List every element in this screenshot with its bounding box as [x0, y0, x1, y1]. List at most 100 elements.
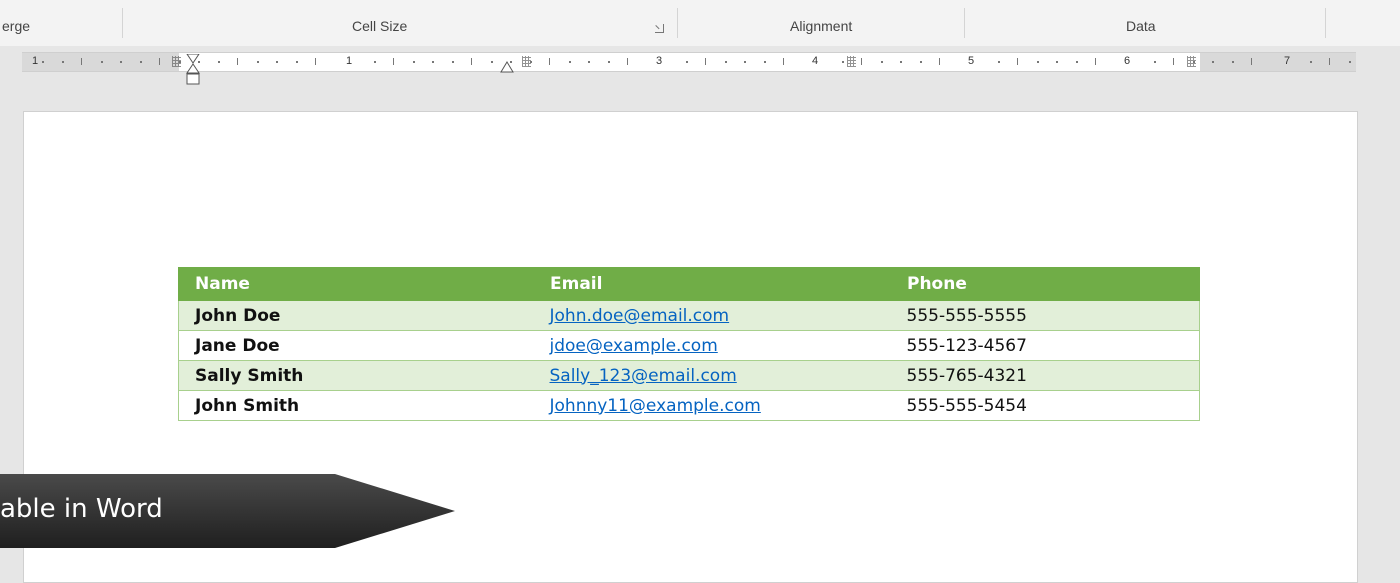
cell-phone[interactable]: 555-555-5555: [890, 300, 1200, 331]
callout-banner: able in Word: [0, 474, 455, 548]
ruler-tick: [705, 58, 706, 65]
cell-phone[interactable]: 555-765-4321: [890, 360, 1200, 391]
ruler-tick: [62, 61, 64, 63]
contacts-table[interactable]: Name Email Phone John Doe John.doe@email…: [178, 267, 1200, 421]
cell-email[interactable]: Johnny11@example.com: [533, 390, 891, 421]
ruler-tick: [276, 61, 278, 63]
ruler-tick: [686, 61, 688, 63]
ribbon-separator: [1325, 8, 1326, 38]
ruler-tick: [491, 61, 493, 63]
ruler-tick: [374, 61, 376, 63]
ruler-tick: [1037, 61, 1039, 63]
ruler-tick: [1212, 61, 1214, 63]
ruler-tick: [939, 58, 940, 65]
ruler-tick: [588, 61, 590, 63]
ruler-tick: [1076, 61, 1078, 63]
cell-phone[interactable]: 555-555-5454: [890, 390, 1200, 421]
contacts-table-container: Name Email Phone John Doe John.doe@email…: [178, 267, 1200, 421]
ruler-tick: [393, 58, 394, 65]
ruler-tick: [549, 58, 550, 65]
ruler-tick: [140, 61, 142, 63]
ruler-tick: [257, 61, 259, 63]
ribbon-group-merge-label: erge: [2, 18, 31, 34]
horizontal-ruler[interactable]: 1 1 3 4 5 6 7: [22, 52, 1356, 72]
ruler-number: 5: [968, 55, 975, 67]
cell-name[interactable]: John Smith: [178, 390, 534, 421]
ruler-tick: [1310, 61, 1312, 63]
ruler-tick: [1232, 61, 1234, 63]
ruler-number: 1: [346, 55, 353, 67]
ruler-number: 6: [1124, 55, 1131, 67]
ribbon-separator: [964, 8, 965, 38]
ruler-tick: [1329, 58, 1330, 65]
ruler-tick: [608, 61, 610, 63]
ruler-tick: [296, 61, 298, 63]
ruler-tick: [569, 61, 571, 63]
ruler-number: 7: [1284, 55, 1291, 67]
ribbon-group-labels: erge Cell Size Alignment Data: [0, 0, 1400, 46]
ruler-tick: [237, 58, 238, 65]
table-row: John Doe John.doe@email.com 555-555-5555: [178, 300, 1200, 331]
ruler-tick: [471, 58, 472, 65]
ruler-tick: [101, 61, 103, 63]
ruler-tick: [900, 61, 902, 63]
email-link[interactable]: John.doe@email.com: [550, 306, 730, 326]
dialog-launcher-icon[interactable]: [655, 24, 664, 33]
cell-email[interactable]: John.doe@email.com: [533, 300, 891, 331]
cell-email[interactable]: Sally_123@email.com: [533, 360, 891, 391]
ribbon-separator: [677, 8, 678, 38]
ruler-tick: [432, 61, 434, 63]
cell-name[interactable]: Sally Smith: [178, 360, 534, 391]
table-row: Jane Doe jdoe@example.com 555-123-4567: [178, 330, 1200, 361]
ruler-tick: [783, 58, 784, 65]
table-row: John Smith Johnny11@example.com 555-555-…: [178, 390, 1200, 421]
ruler-tick: [920, 61, 922, 63]
ruler-tick: [627, 58, 628, 65]
ruler-tick: [413, 61, 415, 63]
header-name[interactable]: Name: [178, 267, 534, 301]
header-email[interactable]: Email: [533, 267, 891, 301]
ruler-right-margin: [1200, 53, 1356, 71]
ruler-number: 3: [656, 55, 663, 67]
cell-name[interactable]: Jane Doe: [178, 330, 534, 361]
table-column-marker-icon[interactable]: [847, 56, 856, 67]
ruler-tick: [1095, 58, 1096, 65]
ruler-tick: [1056, 61, 1058, 63]
ruler-tick: [744, 61, 746, 63]
ruler-tick: [998, 61, 1000, 63]
table-header-row: Name Email Phone: [178, 267, 1200, 301]
ruler-tick: [81, 58, 82, 65]
ribbon-group-cell-size-label: Cell Size: [352, 18, 408, 34]
cell-name[interactable]: John Doe: [178, 300, 534, 331]
ruler-tick: [1251, 58, 1252, 65]
ruler-tick: [1017, 58, 1018, 65]
callout-text: able in Word: [0, 494, 163, 524]
column-indent-marker-icon[interactable]: [500, 60, 514, 73]
ruler-tick: [315, 58, 316, 65]
ruler-tick: [218, 61, 220, 63]
email-link[interactable]: Johnny11@example.com: [550, 396, 761, 416]
cell-email[interactable]: jdoe@example.com: [533, 330, 891, 361]
email-link[interactable]: jdoe@example.com: [550, 336, 718, 356]
cell-phone[interactable]: 555-123-4567: [890, 330, 1200, 361]
ruler-tick: [530, 61, 532, 63]
ruler-tick: [1349, 61, 1351, 63]
ribbon-group-alignment-label: Alignment: [790, 18, 853, 34]
ruler-number: 4: [812, 55, 819, 67]
ruler-tick: [452, 61, 454, 63]
ruler-tick: [861, 58, 862, 65]
ruler-tick: [725, 61, 727, 63]
email-link[interactable]: Sally_123@email.com: [550, 366, 737, 386]
indent-marker-icon[interactable]: [186, 54, 200, 86]
ruler-tick: [764, 61, 766, 63]
table-row: Sally Smith Sally_123@email.com 555-765-…: [178, 360, 1200, 391]
ruler-tick: [842, 61, 844, 63]
ruler-tick: [179, 61, 181, 63]
ruler-tick: [159, 58, 160, 65]
ribbon-separator: [122, 8, 123, 38]
header-phone[interactable]: Phone: [890, 267, 1200, 301]
ruler-number: 1: [32, 55, 39, 67]
ruler-tick: [1193, 61, 1195, 63]
ruler-tick: [120, 61, 122, 63]
ruler-tick: [42, 61, 44, 63]
